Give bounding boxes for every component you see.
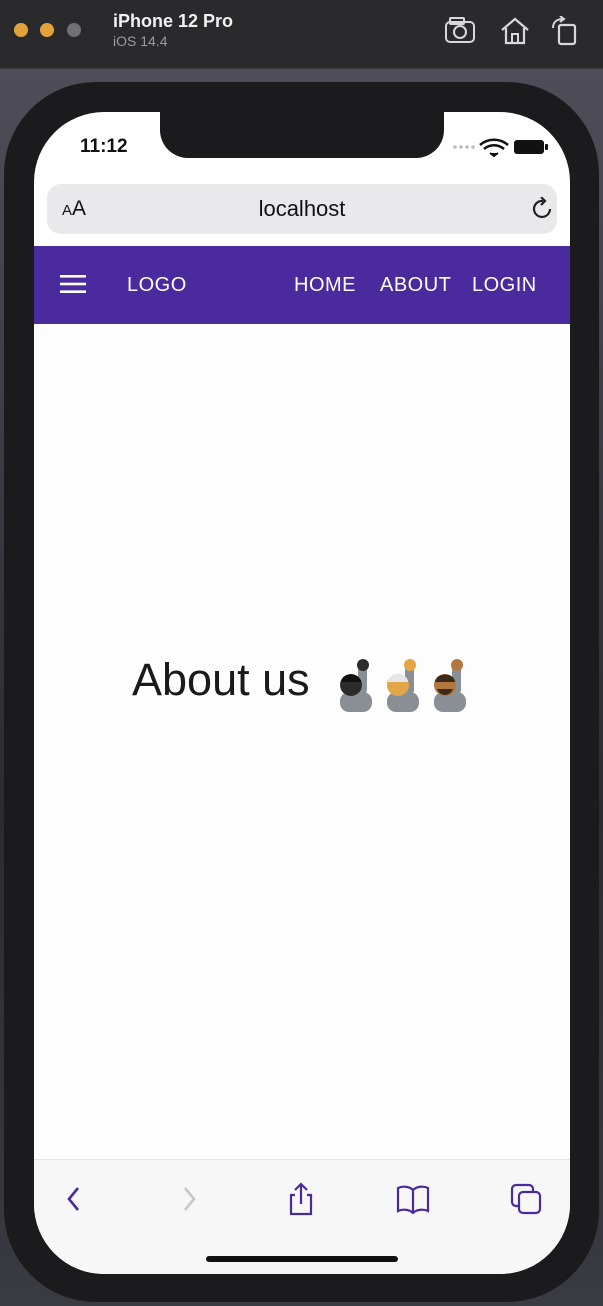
url-text[interactable]: localhost (47, 196, 557, 222)
nav-link-login[interactable]: LOGIN (472, 274, 537, 297)
status-icons (453, 138, 548, 158)
notch (160, 112, 444, 158)
minimize-window-button[interactable] (40, 23, 54, 37)
back-icon[interactable] (58, 1182, 92, 1216)
home-icon[interactable] (498, 16, 532, 46)
tabs-icon[interactable] (509, 1182, 543, 1216)
emoji-group (334, 658, 484, 712)
nav-link-home[interactable]: HOME (294, 274, 356, 297)
os-version: iOS 14.4 (113, 33, 168, 49)
phone-screen: 11:12 AA localhost LOGO HOME ABOUT LOGIN… (34, 112, 570, 1274)
nav-link-about[interactable]: ABOUT (380, 274, 451, 297)
battery-icon (514, 140, 548, 154)
page-content: About us (34, 324, 570, 1159)
forward-icon[interactable] (171, 1182, 205, 1216)
camera-icon[interactable] (444, 16, 478, 46)
device-name: iPhone 12 Pro (113, 11, 234, 31)
home-indicator[interactable] (206, 1256, 398, 1262)
person-raising-hand-emoji-medium (434, 659, 466, 712)
cellular-signal-icon (453, 145, 475, 149)
close-window-button[interactable] (14, 23, 28, 37)
status-time: 11:12 (80, 136, 128, 157)
hamburger-menu-icon[interactable] (60, 274, 86, 294)
reload-icon[interactable] (531, 197, 555, 223)
site-navbar: LOGO HOME ABOUT LOGIN (34, 246, 570, 324)
page-heading: About us (132, 654, 310, 705)
simulator-titlebar: iPhone 12 Pro iOS 14.4 (0, 0, 603, 69)
person-raising-hand-emoji-dark (340, 659, 372, 712)
wifi-icon (479, 138, 509, 158)
rotate-icon[interactable] (549, 16, 583, 46)
bookmarks-icon[interactable] (396, 1182, 430, 1216)
person-raising-hand-emoji-light (387, 659, 419, 712)
zoom-window-button[interactable] (67, 23, 81, 37)
address-bar[interactable]: AA localhost (47, 184, 557, 234)
site-logo[interactable]: LOGO (127, 274, 187, 297)
share-icon[interactable] (284, 1182, 318, 1216)
safari-toolbar (34, 1159, 570, 1274)
